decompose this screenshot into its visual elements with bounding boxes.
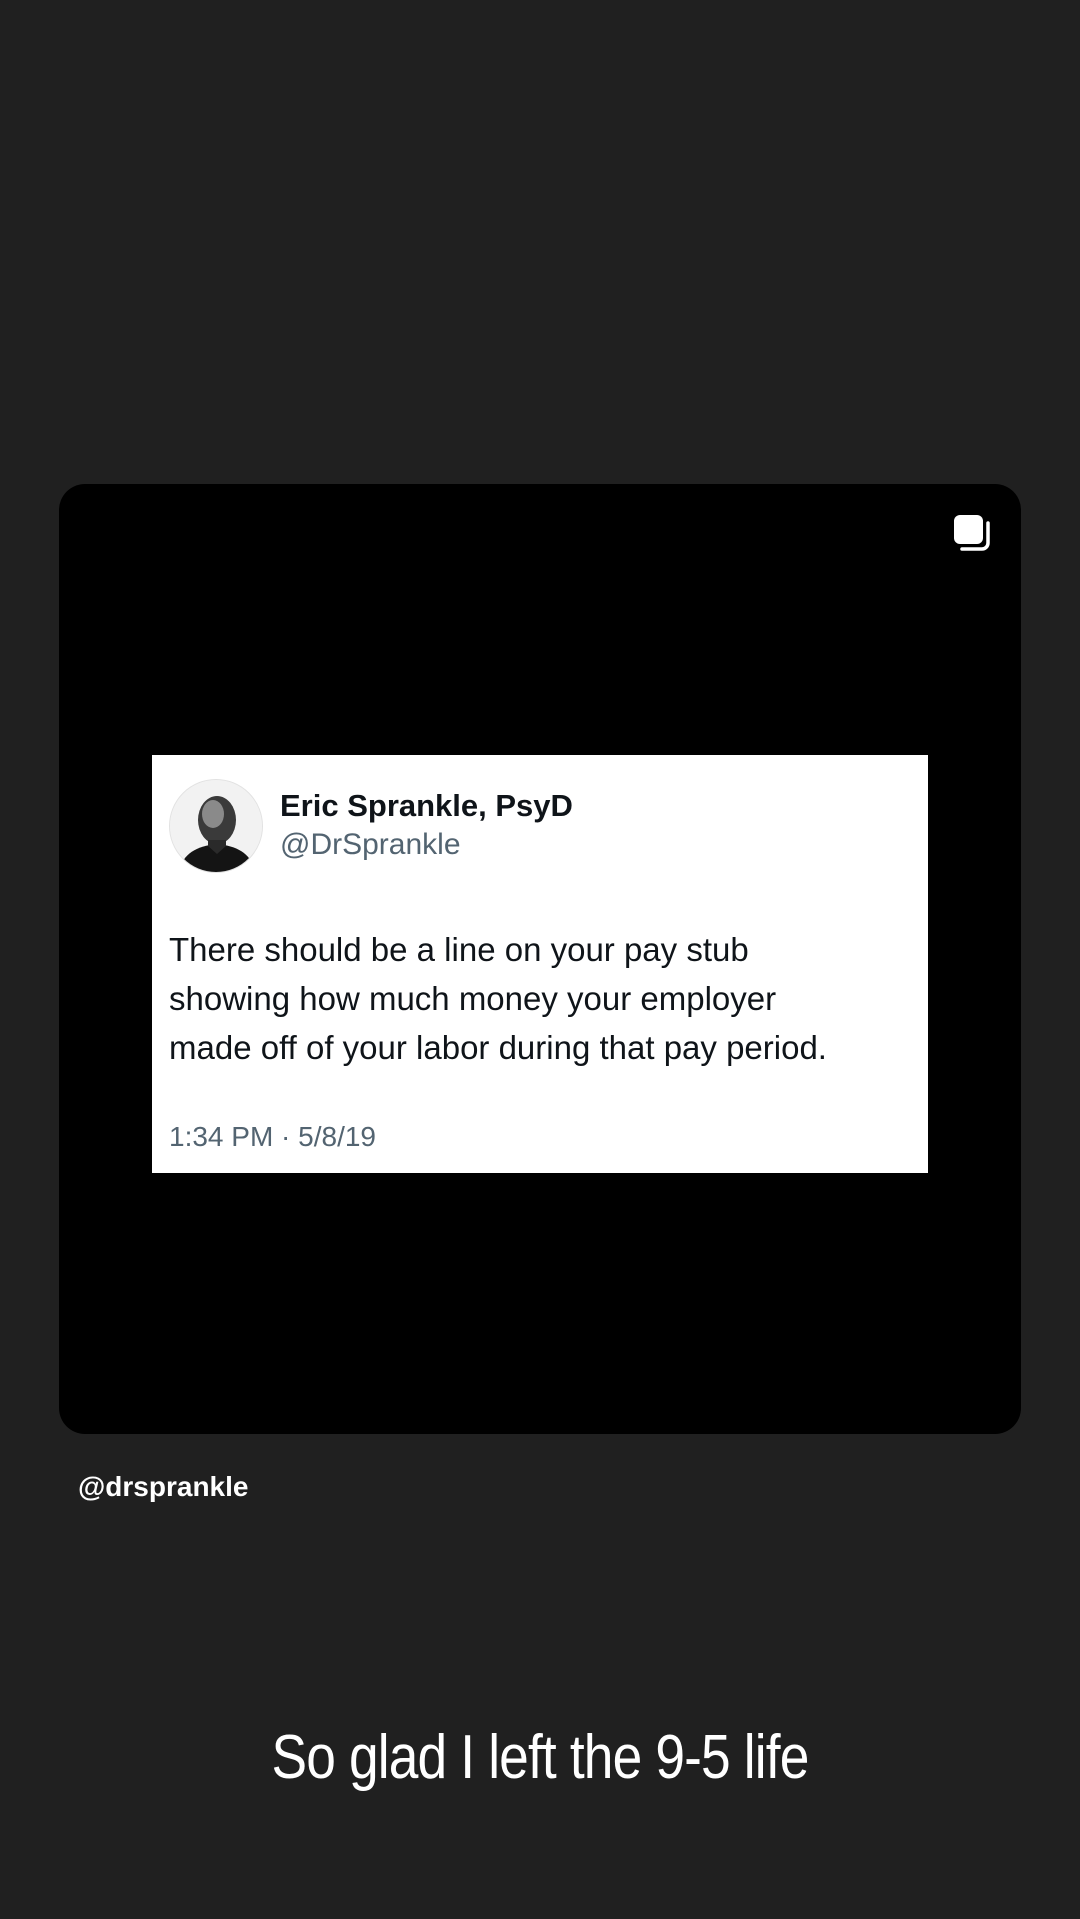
shared-post-card[interactable]: Eric Sprankle, PsyD @DrSprankle There sh…	[59, 484, 1021, 1434]
tweet-author-name: Eric Sprankle, PsyD	[280, 788, 573, 823]
avatar	[169, 779, 263, 873]
tweet-author-handle: @DrSprankle	[280, 828, 461, 861]
tweet-screenshot: Eric Sprankle, PsyD @DrSprankle There sh…	[152, 755, 928, 1173]
multiple-posts-icon[interactable]	[952, 513, 992, 553]
author-mention-link[interactable]: @drsprankle	[78, 1471, 248, 1503]
tweet-text-line: There should be a line on your pay stub	[169, 931, 749, 968]
tweet-timestamp: 1:34 PM · 5/8/19	[169, 1121, 377, 1152]
tweet-text-line: showing how much money your employer	[169, 980, 777, 1017]
tweet-text-line: made off of your labor during that pay p…	[169, 1029, 827, 1066]
tweet-text: There should be a line on your pay stub …	[169, 925, 919, 1072]
story-caption: So glad I left the 9-5 life	[271, 1723, 810, 1792]
